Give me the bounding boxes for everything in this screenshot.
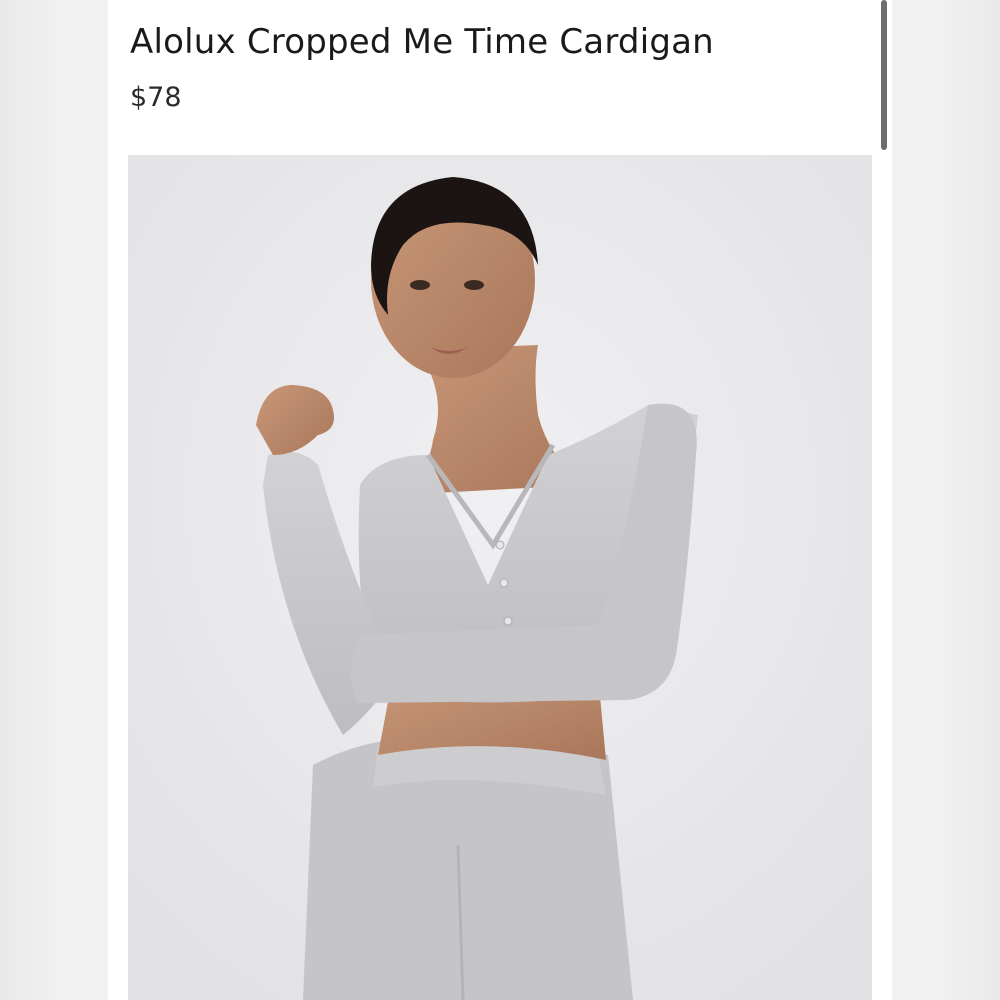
product-panel: Alolux Cropped Me Time Cardigan $78 xyxy=(108,0,892,1000)
scrollbar[interactable] xyxy=(881,0,887,150)
product-price: $78 xyxy=(130,82,182,113)
product-title: Alolux Cropped Me Time Cardigan xyxy=(130,22,714,62)
product-photo[interactable] xyxy=(128,155,872,1000)
